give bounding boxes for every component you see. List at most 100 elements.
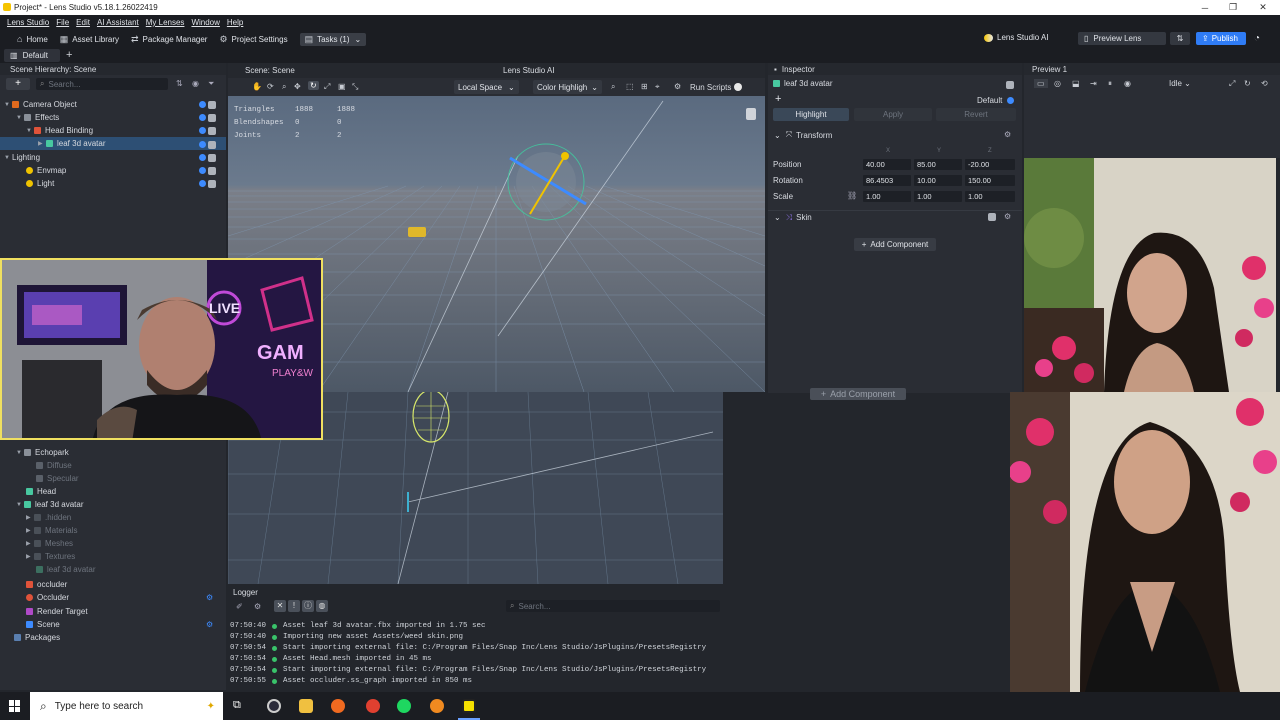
tree-item-lighting[interactable]: ▼ Lighting: [4, 151, 224, 164]
logger-search[interactable]: ⌕ Search...: [506, 600, 720, 612]
visibility-dot[interactable]: [199, 101, 206, 108]
menu-edit[interactable]: Edit: [76, 18, 90, 27]
scale-z-field[interactable]: 1.00: [965, 191, 1015, 202]
taskbar-search[interactable]: ⌕ Type here to search ✦: [30, 692, 223, 720]
position-y-field[interactable]: 85.00: [914, 159, 962, 170]
clear-log-icon[interactable]: ✐: [236, 602, 243, 611]
minimize-icon[interactable]: ─: [1190, 0, 1220, 15]
transform-section-header[interactable]: ⌄ ⤧ Transform: [768, 128, 1022, 142]
filter-log-icon[interactable]: ⚙: [254, 602, 261, 611]
asset-item-head[interactable]: Head: [26, 485, 56, 498]
preview-settings-button[interactable]: ⇅: [1170, 32, 1190, 45]
rotation-z-field[interactable]: 150.00: [965, 175, 1015, 186]
asset-folder-meshes[interactable]: ▶ Meshes: [26, 537, 73, 550]
asset-item-occluder-material[interactable]: Occluder: [26, 591, 69, 604]
step-icon[interactable]: ⇥: [1090, 79, 1097, 88]
rotation-x-field[interactable]: 86.4503: [863, 175, 911, 186]
add-icon[interactable]: +: [775, 93, 781, 105]
tree-item-head-binding[interactable]: ▼ Head Binding: [26, 124, 224, 137]
lens-studio-ai-tab[interactable]: Lens Studio AI: [503, 66, 555, 75]
revert-button[interactable]: Revert: [936, 108, 1016, 121]
asset-item-leaf-3d-avatar[interactable]: ▼ leaf 3d avatar: [16, 498, 83, 511]
asset-item-echopark[interactable]: ▼ Echopark: [16, 446, 69, 459]
asset-folder-hidden[interactable]: ▶ .hidden: [26, 511, 71, 524]
zoom-fit-icon[interactable]: ⌕: [611, 82, 615, 92]
eye-icon[interactable]: ◉: [1124, 79, 1131, 88]
add-tab-icon[interactable]: +: [66, 49, 72, 61]
asset-folder-materials[interactable]: ▶ Materials: [26, 524, 77, 537]
package-manager-button[interactable]: ⇄ Package Manager: [131, 34, 207, 45]
move-tool-icon[interactable]: ✥: [294, 82, 301, 91]
scale-x-field[interactable]: 1.00: [863, 191, 911, 202]
lens-studio-ai-button[interactable]: Lens Studio AI: [984, 33, 1049, 42]
pause-icon[interactable]: ⏸: [1108, 79, 1112, 89]
publish-button[interactable]: ⇪ Publish: [1196, 32, 1246, 45]
scale-y-field[interactable]: 1.00: [914, 191, 962, 202]
tree-item-effects[interactable]: ▼ Effects: [16, 111, 224, 124]
reset-icon[interactable]: ↻: [1244, 79, 1251, 88]
rect-tool-icon[interactable]: ▣: [338, 82, 346, 91]
asset-item-occluder[interactable]: occluder: [26, 578, 67, 591]
preview-state-dropdown[interactable]: Idle ⌄: [1169, 79, 1191, 88]
visibility-dot[interactable]: [199, 167, 206, 174]
rotation-y-field[interactable]: 10.00: [914, 175, 962, 186]
warning-filter-icon[interactable]: !: [288, 600, 300, 612]
add-component-button[interactable]: + Add Component: [854, 238, 936, 251]
gear-icon[interactable]: ⚙: [206, 620, 213, 629]
asset-item-render-target[interactable]: Render Target: [26, 605, 88, 618]
spotify-icon[interactable]: [397, 699, 411, 713]
hierarchy-search[interactable]: ⌕ Search...: [36, 78, 168, 90]
obs-icon[interactable]: [267, 699, 281, 713]
rotate-tool-icon[interactable]: ↻: [308, 81, 319, 90]
chrome-icon[interactable]: [366, 699, 380, 713]
position-z-field[interactable]: -20.00: [965, 159, 1015, 170]
enable-checkbox[interactable]: [208, 180, 216, 188]
run-scripts-toggle[interactable]: [734, 83, 742, 91]
firefox-icon[interactable]: [331, 699, 345, 713]
blender-icon[interactable]: [430, 699, 444, 713]
visibility-icon[interactable]: ◉: [192, 79, 199, 88]
snap-icon[interactable]: ⌖: [655, 82, 660, 92]
add-object-button[interactable]: +: [6, 78, 30, 90]
menu-help[interactable]: Help: [227, 18, 243, 27]
menu-ai-assistant[interactable]: AI Assistant: [97, 18, 139, 27]
rotate-view-icon[interactable]: ⟳: [267, 82, 274, 91]
tree-item-camera-object[interactable]: ▼ Camera Object: [4, 98, 224, 111]
info-filter-icon[interactable]: ⓘ: [302, 600, 314, 612]
visibility-dot[interactable]: [199, 154, 206, 161]
menu-lens-studio[interactable]: Lens Studio: [7, 18, 49, 27]
enable-checkbox[interactable]: [208, 141, 216, 149]
enable-checkbox[interactable]: [208, 127, 216, 135]
frame-icon[interactable]: ⬚: [626, 82, 634, 91]
position-x-field[interactable]: 40.00: [863, 159, 911, 170]
asset-item-scene[interactable]: Scene: [26, 618, 60, 631]
file-explorer-icon[interactable]: [299, 699, 313, 713]
asset-item-specular[interactable]: Specular: [36, 472, 79, 485]
menu-window[interactable]: Window: [191, 18, 219, 27]
transform-tool-icon[interactable]: ⤡: [352, 82, 358, 92]
tree-item-light[interactable]: Light: [26, 177, 224, 190]
visibility-dot[interactable]: [199, 127, 206, 134]
color-highlight-dropdown[interactable]: Color Highligh ⌄: [533, 80, 602, 94]
visibility-dot[interactable]: [199, 141, 206, 148]
space-dropdown[interactable]: Local Space ⌄: [454, 80, 519, 94]
close-icon[interactable]: ✕: [1248, 0, 1278, 15]
enable-checkbox[interactable]: [208, 167, 216, 175]
layer-dropdown[interactable]: Default: [977, 96, 1002, 105]
record-icon[interactable]: ⬓: [1072, 79, 1080, 88]
zoom-icon[interactable]: ⌕: [282, 82, 286, 92]
project-settings-button[interactable]: ⚙ Project Settings: [219, 34, 287, 45]
error-filter-icon[interactable]: ✕: [274, 600, 286, 612]
tree-item-envmap[interactable]: Envmap: [26, 164, 224, 177]
hand-tool-icon[interactable]: ✋: [252, 82, 262, 91]
sort-icon[interactable]: ⇅: [176, 79, 183, 88]
scene-tab[interactable]: Scene: Scene: [245, 66, 295, 75]
asset-folder-textures[interactable]: ▶ Textures: [26, 550, 75, 563]
skin-section-header[interactable]: ⌄ ⤨ Skin: [768, 210, 1022, 224]
menu-file[interactable]: File: [56, 18, 69, 27]
grid-icon[interactable]: ⊞: [641, 82, 648, 91]
fullscreen-icon[interactable]: ⤢: [1229, 79, 1235, 89]
apply-button[interactable]: Apply: [854, 108, 932, 121]
device-icon[interactable]: ▭: [1034, 79, 1048, 88]
enable-checkbox[interactable]: [208, 101, 216, 109]
